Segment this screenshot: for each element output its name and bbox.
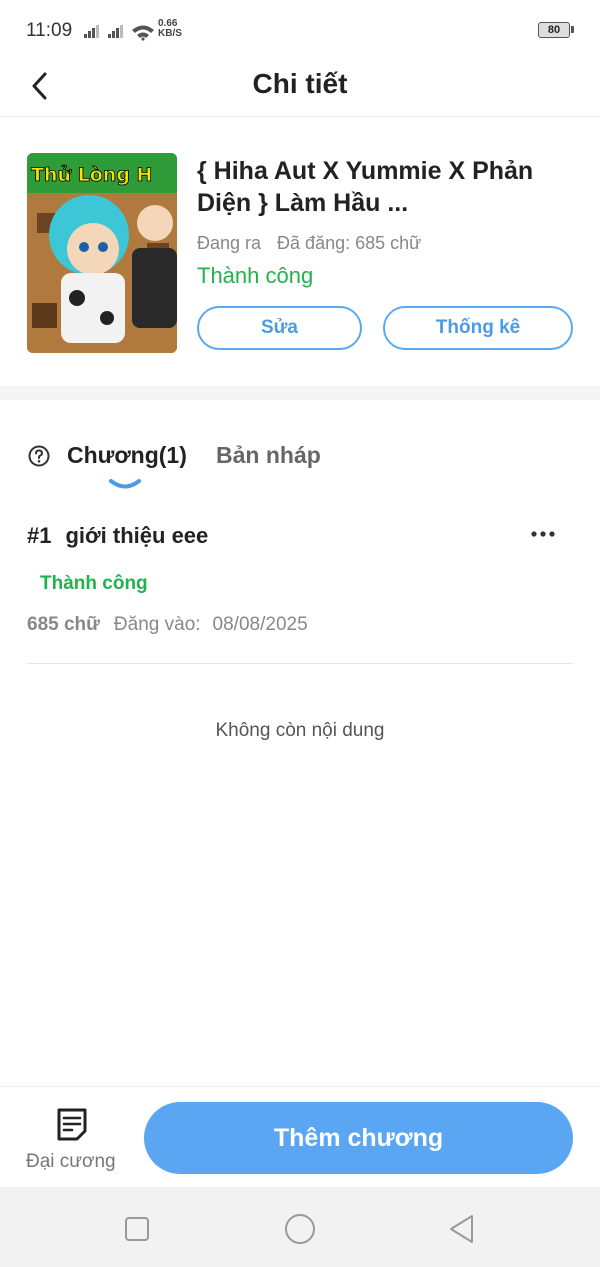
cover-title-text: Thử Lòng H [31,164,152,186]
end-of-list-message: Không còn nội dung [215,720,385,741]
battery-tip [571,26,574,33]
chapter-list-item[interactable]: #1 giới thiệu eee Thành công 685 chữ Đăng … [0,505,600,663]
chapter-meta: 685 chữ Đăng vào: 08/08/2025 [27,614,308,636]
chapter-date: 08/08/2025 [212,614,308,635]
page-header: Chi tiết [0,58,600,117]
status-time: 11:09 [26,20,73,41]
section-divider [0,386,600,400]
outline-icon [57,1108,87,1141]
active-tab-indicator [109,479,141,489]
net-speed-unit: KB/S [158,28,182,39]
system-nav-bar [0,1187,600,1267]
help-icon[interactable] [28,445,50,467]
book-status: Thành công [197,263,314,288]
triangle-back-icon [450,1215,473,1243]
chapter-name: giới thiệu eee [65,523,209,548]
chapter-word-count: 685 chữ [27,614,100,635]
tab-drafts[interactable]: Bản nháp [216,442,321,469]
book-title: { Hiha Aut X Yummie X Phản Diện } Làm Hầ… [197,157,534,217]
book-word-count: Đã đăng: 685 chữ [277,233,422,253]
tab-chapters[interactable]: Chương(1) [67,442,187,469]
page-title: Chi tiết [252,68,348,99]
stats-button[interactable]: Thống kê [383,306,573,350]
more-dots-icon [531,531,555,537]
home-button[interactable] [280,1209,320,1249]
circle-icon [285,1214,315,1244]
bottom-bar: Đại cương Thêm chương [0,1086,600,1188]
signal-wifi-icons [84,25,154,41]
status-bar: 11:09 0.66 KB/S 80 [0,0,600,58]
book-cover[interactable]: Thử Lòng H [27,153,177,353]
more-options-button[interactable] [528,521,558,547]
back-nav-button[interactable] [442,1209,482,1249]
battery-indicator: 80 [538,22,570,38]
chapter-number: #1 [27,523,52,548]
recent-apps-button[interactable] [117,1209,157,1249]
book-meta: Đang ra Đã đăng: 685 chữ [197,233,421,254]
chapter-title: #1 giới thiệu eee [27,523,208,549]
tabs: Chương(1) Bản nháp [0,400,600,500]
outline-button[interactable]: Đại cương [22,1105,122,1175]
chapter-posted-label: Đăng vào: [113,614,201,635]
square-icon [125,1217,149,1241]
cover-image: Thử Lòng H [27,153,177,353]
chapter-status: Thành công [40,573,148,594]
network-speed: 0.66 KB/S [158,19,182,39]
edit-button[interactable]: Sửa [197,306,362,350]
book-card: Thử Lòng H { Hiha Aut X Yummie X Phản Di… [0,117,600,385]
list-divider [27,663,573,664]
book-state: Đang ra [197,233,262,253]
add-chapter-button[interactable]: Thêm chương [144,1102,573,1174]
outline-label: Đại cương [26,1151,116,1172]
